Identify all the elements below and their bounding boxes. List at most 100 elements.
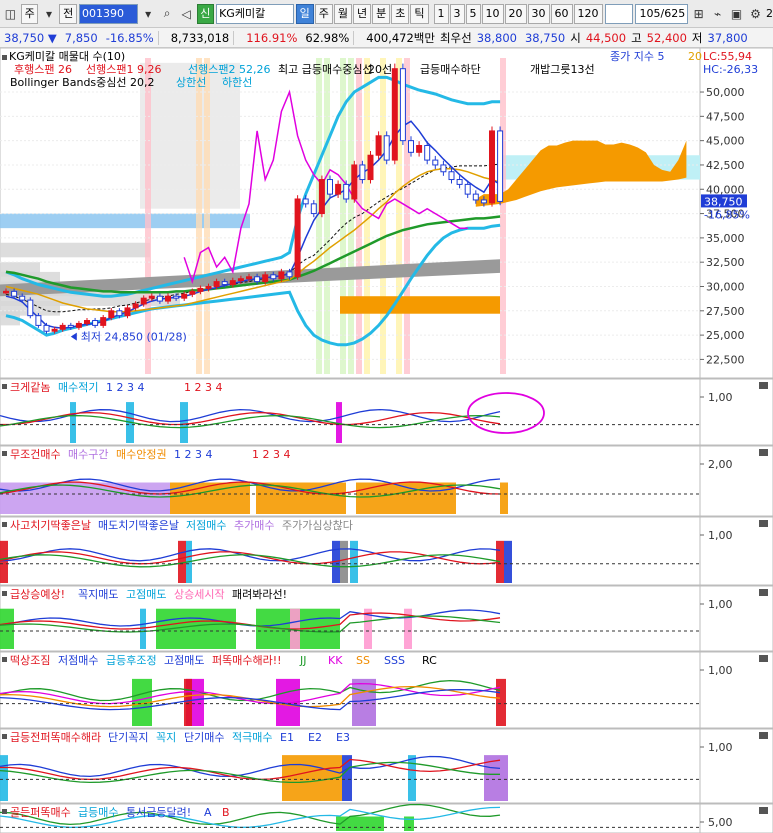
- interval-tab-1[interactable]: 1: [433, 3, 449, 24]
- panel-legend-item: 1 2 3 4: [252, 448, 290, 461]
- candle-body: [205, 285, 212, 289]
- candle-body: [67, 324, 74, 328]
- save-icon[interactable]: ▣: [728, 4, 745, 24]
- candle-body: [440, 164, 447, 173]
- candle-body: [480, 199, 487, 204]
- panel-legend-item: JJ: [299, 654, 307, 667]
- candle-body: [181, 293, 188, 299]
- panel-legend-item: 저점매수: [186, 519, 226, 532]
- stock-code-input[interactable]: 001390: [78, 3, 138, 24]
- candle-body: [140, 297, 147, 305]
- period-tab-0[interactable]: 일: [295, 3, 314, 24]
- candle-body: [278, 271, 285, 280]
- open-label: 시: [570, 30, 581, 45]
- mode-select[interactable]: 주: [20, 3, 39, 24]
- candle-body: [464, 183, 471, 195]
- chart-canvas[interactable]: 50,00047,50045,00042,50040,00037,50035,0…: [0, 47, 773, 833]
- candle-body: [156, 295, 163, 302]
- panel-legend-item: RC: [422, 654, 437, 667]
- gear-icon[interactable]: ⚙: [747, 4, 764, 24]
- interval-dropdown[interactable]: [604, 3, 634, 24]
- signal-bar: [340, 540, 348, 583]
- panel-legend-item: 떡상조짐: [10, 654, 50, 667]
- candle-body: [75, 322, 82, 328]
- signal-bar: [336, 402, 342, 443]
- panel-legend-item: KK: [328, 654, 343, 667]
- interval-tab-120[interactable]: 120: [573, 3, 603, 24]
- interval-tab-20[interactable]: 20: [504, 3, 527, 24]
- window-icon[interactable]: ◫: [2, 4, 19, 24]
- panel-legend-item: 급등후조정: [106, 654, 157, 667]
- panel-legend-item: 고점매도: [126, 588, 166, 601]
- axis-tick-label: 32,500: [706, 256, 745, 269]
- price-info-row: 38,750 ▼ 7,850 -16.85% 8,733,018 116.91%…: [0, 28, 773, 48]
- candle-body: [351, 164, 358, 200]
- panel-legend-item: 매수적기: [58, 381, 98, 394]
- candle-icon[interactable]: ⊞: [690, 4, 707, 24]
- signal-bar: [496, 540, 504, 583]
- panel-legend-item: 적극매수: [232, 731, 272, 744]
- interval-tab-5[interactable]: 5: [465, 3, 481, 24]
- current-price-label: 38,750: [704, 195, 743, 208]
- candle-body: [432, 159, 439, 166]
- candle-body: [3, 290, 9, 294]
- interval-tab-3[interactable]: 3: [449, 3, 465, 24]
- period-tab-5[interactable]: 초: [391, 3, 410, 24]
- period-tab-1[interactable]: 주: [314, 3, 333, 24]
- interval-tabs: 1 3 5 10 20 30 60 120: [433, 3, 603, 24]
- axis-tick-label: 1,00: [708, 529, 733, 542]
- line-icon[interactable]: ⌁: [709, 4, 726, 24]
- interval-tab-30[interactable]: 30: [527, 3, 550, 24]
- candle-body: [399, 68, 406, 142]
- legend-square-icon: [2, 809, 7, 814]
- price-change: 7,850: [64, 30, 98, 45]
- stock-name-field[interactable]: KG케미칼: [216, 3, 294, 24]
- panel-legend-item: E3: [336, 731, 350, 744]
- panel-legend-item: B: [222, 806, 230, 819]
- interval-tab-60[interactable]: 60: [550, 3, 573, 24]
- speaker-icon[interactable]: ◁: [178, 4, 195, 24]
- candle-body: [416, 145, 423, 153]
- candle-body: [197, 287, 204, 292]
- interval-tab-10[interactable]: 10: [481, 3, 504, 24]
- data-count-field[interactable]: 105/625: [635, 3, 689, 24]
- panel-legend-item: 꼭지: [156, 731, 176, 744]
- legend-item: 20: [688, 50, 702, 63]
- period-tab-3[interactable]: 년: [353, 3, 372, 24]
- panel-legend-item: 매도치기딱좋은날: [98, 519, 179, 532]
- candle-body: [367, 154, 374, 181]
- panel-legend-item: 고점매도: [164, 654, 204, 667]
- panel-legend-item: 1 2 3 4: [106, 381, 144, 394]
- price-change-pct: -16.85%: [105, 30, 154, 45]
- panel-legend-item: 패려봐라선!: [232, 588, 287, 601]
- candle-body: [213, 281, 220, 287]
- panel-legend-item: 매수구간: [68, 448, 108, 461]
- signal-bar: [336, 816, 384, 831]
- signal-bar: [70, 402, 76, 443]
- high-label: 고: [631, 30, 642, 45]
- candle-body: [246, 276, 252, 280]
- dropdown-icon[interactable]: ▾: [140, 4, 157, 24]
- search-icon[interactable]: ⌕: [159, 4, 176, 24]
- axis-tick-label: 40,000: [706, 183, 745, 196]
- candle-body: [327, 179, 333, 195]
- panel-legend-item: 급등전퍼똑매수해라: [10, 730, 101, 744]
- legend-square-icon: [2, 522, 7, 527]
- panel-close-icon: [759, 807, 768, 814]
- prev-button[interactable]: 전: [59, 3, 77, 24]
- panel-legend-item: 꼭지매도: [78, 588, 118, 601]
- chart-area[interactable]: 50,000 47,500 45,000 42,500 40,000 37,500 35,0…: [0, 47, 773, 833]
- panel-legend-item: 상승세시작: [174, 588, 225, 601]
- axis-tick-label: 1,00: [708, 391, 733, 404]
- period-tab-6[interactable]: 틱: [410, 3, 429, 24]
- candle-body: [383, 135, 390, 161]
- high-price: 52,400: [646, 30, 687, 45]
- period-tab-2[interactable]: 월: [333, 3, 353, 24]
- chevron-down-icon[interactable]: ▾: [40, 4, 57, 24]
- candle-body: [19, 295, 26, 301]
- signal-bar: [180, 402, 188, 443]
- period-tab-4[interactable]: 분: [372, 3, 391, 24]
- candle-body: [375, 135, 382, 156]
- axis-tick-label: 1,00: [708, 598, 733, 611]
- axis-tick-label: 5,00: [708, 816, 733, 829]
